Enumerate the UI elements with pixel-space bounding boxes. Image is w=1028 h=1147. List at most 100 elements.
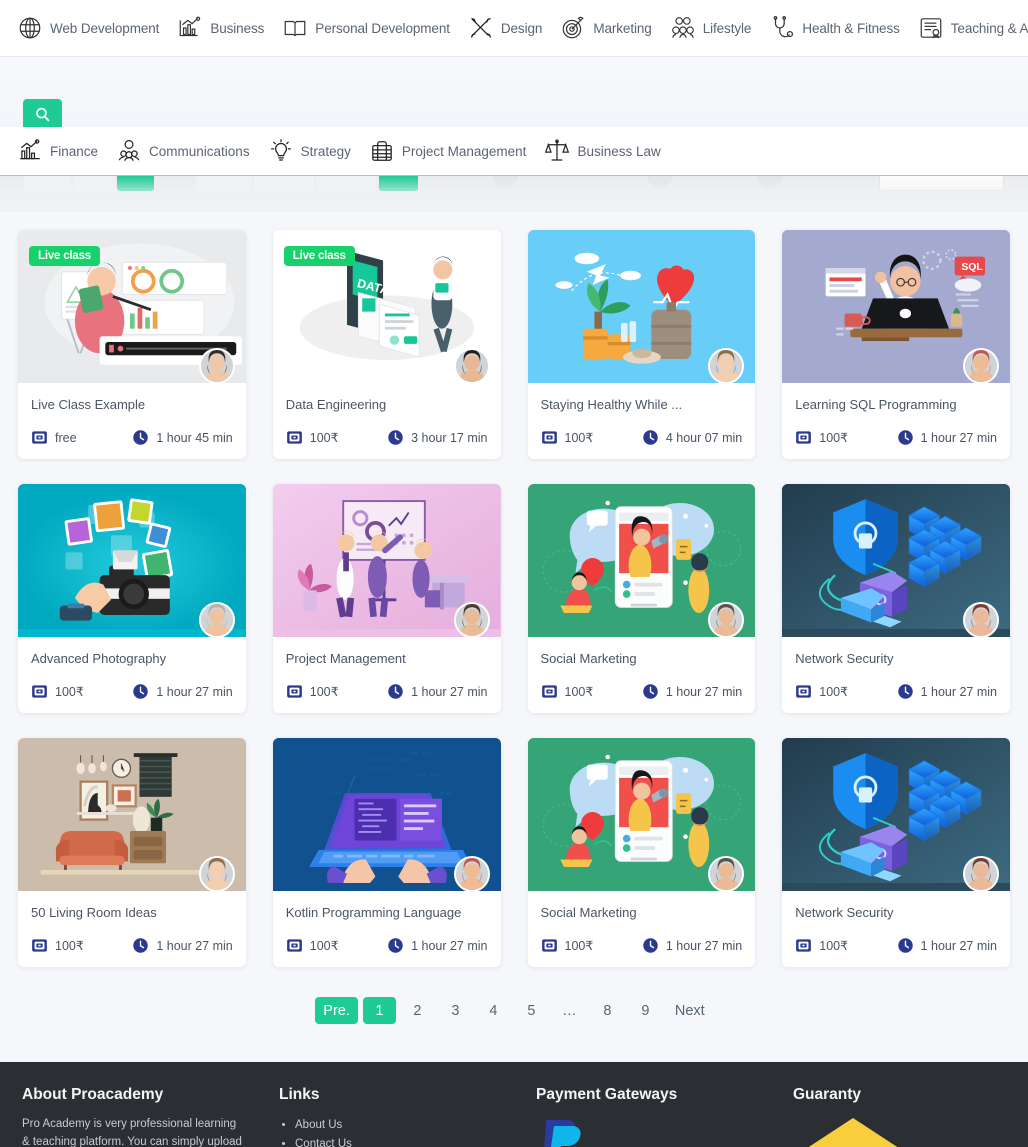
topnav-item-design[interactable]: Design [459,15,551,41]
subnav-item-business-law[interactable]: Business Law [535,138,669,164]
subnav-label: Strategy [300,143,351,159]
subnav-item-project-management[interactable]: Project Management [360,138,536,164]
course-card[interactable]: DATA Live class Data Engineering 100₹ 3 … [272,230,501,459]
course-thumbnail[interactable] [18,738,246,891]
course-card[interactable]: Project Management 100₹ 1 hour 27 min [272,484,501,713]
course-price-label: 100₹ [309,939,339,953]
svg-text:1101: 1101 [330,791,342,797]
subnav-item-communications[interactable]: Communications [107,138,259,164]
instructor-avatar[interactable] [708,348,745,383]
topnav-label: Web Development [50,20,160,36]
course-title[interactable]: Social Marketing [541,651,743,666]
topnav-item-business[interactable]: Business [168,15,273,41]
pagination-next[interactable]: Next [667,997,713,1024]
course-thumbnail[interactable]: 0101 1011 0110 1101 0010 1010 0111 0011 11… [272,738,501,891]
briefcase-icon [369,138,395,164]
course-card[interactable]: Social Marketing 100₹ 1 hour 27 min [527,484,756,713]
topnav-label: Personal Development [315,20,450,36]
topnav-item-teaching-academics[interactable]: Teaching & Academics [909,15,1028,41]
course-card[interactable]: SQL Learning SQL Programming 100₹ 1 hour… [782,230,1010,459]
course-title[interactable]: Kotlin Programming Language [286,905,488,920]
finance-chart-icon [17,138,43,164]
course-title[interactable]: Social Marketing [541,905,743,920]
course-title[interactable]: Staying Healthy While ... [541,397,743,412]
course-thumbnail[interactable] [18,484,246,637]
course-card[interactable]: Network Security 100₹ 1 hour 27 min [782,484,1010,713]
subnav-item-finance[interactable]: Finance [8,138,107,164]
topnav-item-health-fitness[interactable]: Health & Fitness [760,15,908,41]
course-thumbnail[interactable]: DATA Live class [272,230,501,383]
course-thumbnail[interactable] [272,484,501,637]
instructor-avatar[interactable] [198,348,235,383]
pagination-prev[interactable]: Pre. [315,997,358,1024]
course-thumbnail[interactable] [782,484,1010,637]
footer-about-title: About Proacademy [22,1086,164,1103]
course-card[interactable]: 50 Living Room Ideas 100₹ 1 hour 27 min [18,738,246,967]
course-card[interactable]: Social Marketing 100₹ 1 hour 27 min [527,738,756,967]
course-price: 100₹ [31,683,84,700]
clock-icon [642,937,659,954]
course-duration: 1 hour 27 min [387,937,488,954]
course-duration-label: 1 hour 27 min [920,430,997,445]
course-card[interactable]: Network Security 100₹ 1 hour 27 min [782,738,1010,967]
course-duration: 1 hour 27 min [642,683,742,700]
pagination-page-2[interactable]: 2 [401,997,434,1024]
top-category-nav: Web Development Business Personal Develo… [0,0,1028,57]
clock-icon [132,429,149,446]
course-title[interactable]: Network Security [795,905,997,920]
lightbulb-icon [268,138,294,164]
topnav-label: Design [500,20,543,36]
course-thumbnail[interactable] [527,230,756,383]
course-title[interactable]: Live Class Example [31,397,233,412]
instructor-avatar[interactable] [963,856,999,891]
clock-icon [387,937,404,954]
course-meta: 100₹ 1 hour 27 min [286,683,488,700]
pagination-page-9[interactable]: 9 [629,997,662,1024]
instructor-avatar[interactable] [963,602,999,637]
course-title[interactable]: Network Security [795,651,997,666]
course-title[interactable]: Data Engineering [286,397,488,412]
footer-link-about-us[interactable]: About Us [295,1116,536,1135]
course-price-label: 100₹ [564,431,594,445]
instructor-avatar[interactable] [963,348,999,383]
course-price-label: 100₹ [309,431,339,445]
course-card[interactable]: Advanced Photography 100₹ 1 hour 27 min [18,484,246,713]
topnav-item-personal-development[interactable]: Personal Development [273,15,459,41]
course-card[interactable]: 0101 1011 0110 1101 0010 1010 0111 0011 11… [272,738,501,967]
topnav-item-web-development[interactable]: Web Development [8,15,168,41]
instructor-avatar[interactable] [198,602,235,637]
instructor-avatar[interactable] [198,856,235,891]
pagination-page-3[interactable]: 3 [439,997,472,1024]
course-price: 100₹ [31,937,84,954]
pagination-page-8[interactable]: 8 [591,997,624,1024]
course-price: 100₹ [286,937,339,954]
course-grid-wrapper: Live class Live Class Example free 1 hou… [0,212,1028,967]
course-card[interactable]: Live class Live Class Example free 1 hou… [18,230,246,459]
svg-text:SQL: SQL [962,262,984,273]
course-title[interactable]: Project Management [286,651,488,666]
clock-icon [387,683,404,700]
instructor-avatar[interactable] [453,348,490,383]
pagination-page-1[interactable]: 1 [362,997,396,1024]
pagination-page-4[interactable]: 4 [477,997,510,1024]
course-title[interactable]: Advanced Photography [31,651,233,666]
instructor-avatar[interactable] [453,602,490,637]
course-thumbnail[interactable]: Live class [18,230,246,383]
pagination-page-5[interactable]: 5 [515,997,548,1024]
course-price: 100₹ [795,937,848,954]
course-title[interactable]: 50 Living Room Ideas [31,905,233,920]
course-card[interactable]: Staying Healthy While ... 100₹ 4 hour 07… [527,230,756,459]
course-thumbnail[interactable] [527,738,756,891]
topnav-item-marketing[interactable]: Marketing [551,15,660,41]
instructor-avatar[interactable] [708,602,745,637]
svg-text:1101 0010: 1101 0010 [407,751,433,757]
topnav-item-lifestyle[interactable]: Lifestyle [661,15,761,41]
course-thumbnail[interactable] [527,484,756,637]
footer-link-contact-us[interactable]: Contact Us [295,1135,536,1147]
course-title[interactable]: Learning SQL Programming [795,397,997,412]
course-thumbnail[interactable]: SQL [782,230,1010,383]
instructor-avatar[interactable] [708,856,745,891]
subnav-item-strategy[interactable]: Strategy [259,138,360,164]
instructor-avatar[interactable] [453,856,490,891]
course-thumbnail[interactable] [782,738,1010,891]
